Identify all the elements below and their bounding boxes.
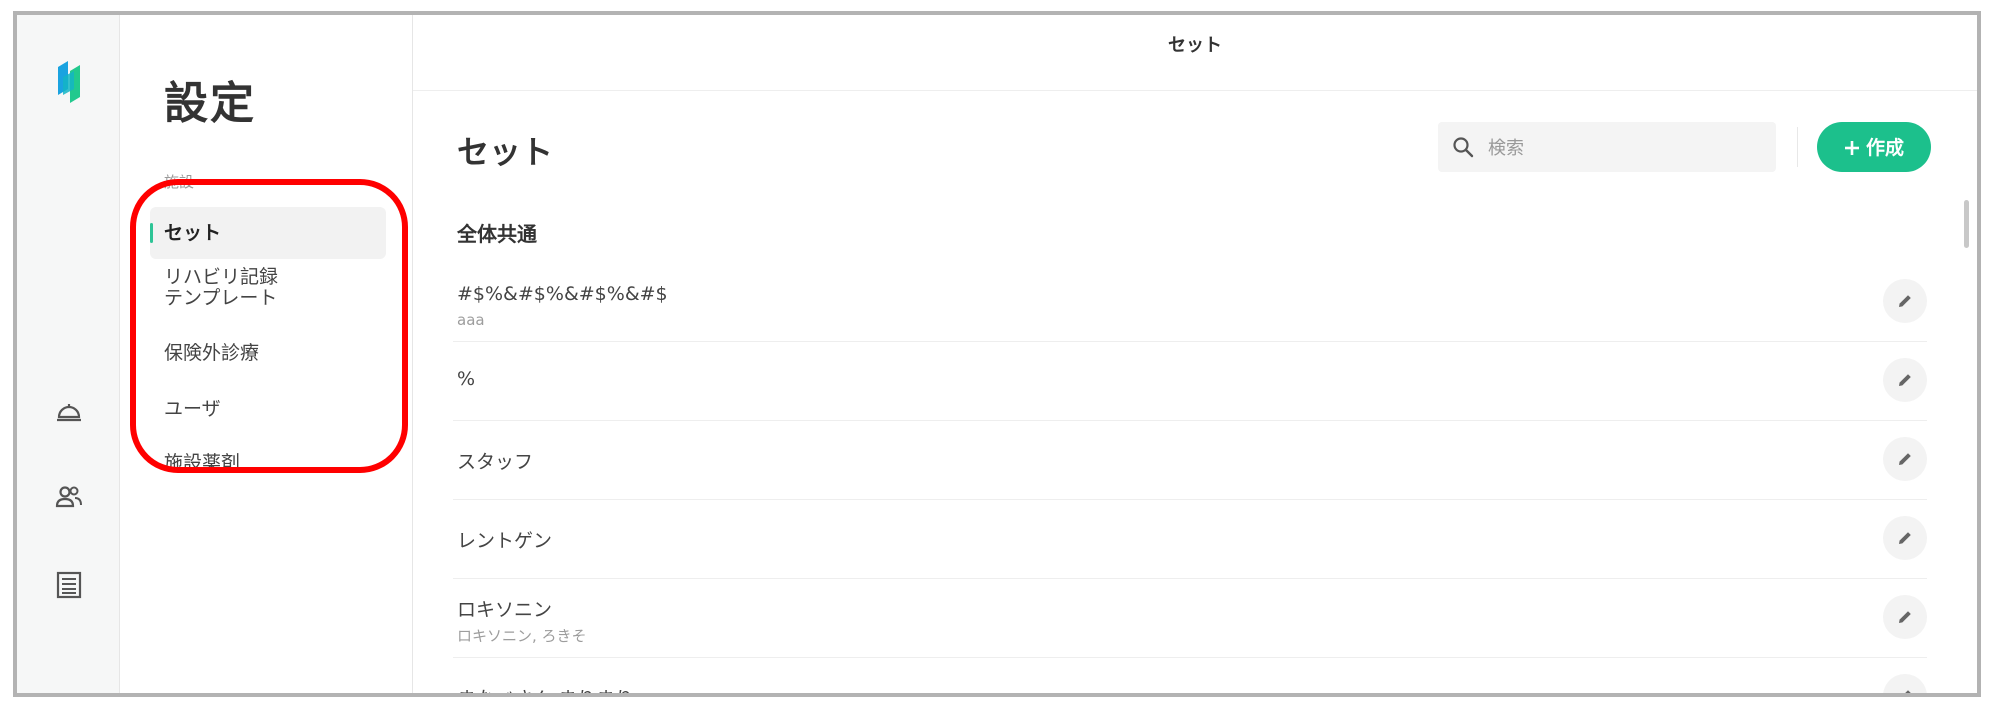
sidebar-section-label: 施設 (164, 173, 195, 191)
sidebar-item-label: 施設薬剤 (164, 452, 241, 474)
divider (1797, 127, 1798, 167)
app-window: 設定 施設 セット リハビリ記録 テンプレート 保険外診療 ユーザ 施設薬剤 セ… (13, 11, 1981, 697)
pencil-icon (1905, 690, 1911, 693)
list-item-title: #$%&#$%&#$%&#$ (457, 283, 668, 305)
edit-button[interactable] (1883, 358, 1927, 402)
search-icon (1453, 137, 1474, 158)
list-icon[interactable] (53, 569, 85, 601)
sidebar-item-label: リハビリ記録 (164, 266, 279, 288)
list-item[interactable]: まなべさん まりまり (453, 658, 1927, 693)
list-item[interactable]: % (453, 342, 1927, 421)
list-item-title: スタッフ (457, 451, 534, 473)
app-logo-icon[interactable] (54, 59, 84, 105)
sidebar-item-label: セット (164, 222, 222, 244)
edit-button[interactable] (1883, 516, 1927, 560)
pencil-icon (1899, 374, 1911, 386)
create-button[interactable]: 作成 (1817, 122, 1931, 172)
list-item-title: ロキソニン (457, 599, 553, 621)
section-title: 全体共通 (457, 222, 537, 246)
list-item-title: % (457, 368, 476, 390)
list-item[interactable]: ロキソニン ロキソニン, ろきそ (453, 579, 1927, 658)
sidebar-item-set[interactable]: セット (150, 207, 386, 259)
reception-bell-icon[interactable] (53, 395, 85, 427)
sidebar-item-facility-drugs[interactable]: 施設薬剤 (150, 443, 386, 483)
search-input[interactable] (1486, 122, 1770, 174)
header-bar: セット (413, 15, 1977, 91)
page-title: セット (457, 133, 554, 171)
sidebar-item-rehab-template[interactable]: リハビリ記録 テンプレート (150, 267, 386, 319)
edit-button[interactable] (1883, 437, 1927, 481)
icon-rail (17, 15, 120, 693)
pencil-icon (1899, 532, 1911, 544)
edit-button[interactable] (1883, 279, 1927, 323)
settings-title: 設定 (164, 78, 256, 129)
sidebar-item-label: 保険外診療 (164, 342, 260, 364)
sidebar-item-self-pay[interactable]: 保険外診療 (150, 333, 386, 373)
create-button-label: 作成 (1865, 137, 1904, 159)
list-item-title: まなべさん まりまり (457, 684, 634, 693)
main-content: セット セット 作成 全体共通 #$%&#$%&#$%&#$ aaa (413, 15, 1977, 693)
pencil-icon (1899, 295, 1911, 307)
header-title: セット (1168, 35, 1222, 56)
sidebar-item-label: ユーザ (164, 398, 221, 420)
search-box[interactable] (1438, 122, 1776, 174)
list-item-subtitle: ロキソニン, ろきそ (457, 627, 587, 645)
sidebar-item-users[interactable]: ユーザ (150, 389, 386, 429)
edit-button[interactable] (1883, 674, 1927, 693)
plus-icon (1844, 141, 1859, 155)
pencil-icon (1899, 453, 1911, 465)
list-item-title: レントゲン (457, 530, 553, 552)
pencil-icon (1899, 611, 1911, 623)
sidebar-item-label: テンプレート (164, 287, 278, 309)
set-list: #$%&#$%&#$%&#$ aaa % スタッフ レントゲン ロキソニン ロキ… (453, 263, 1927, 693)
list-item[interactable]: レントゲン (453, 500, 1927, 579)
edit-button[interactable] (1883, 595, 1927, 639)
settings-sidebar: 設定 施設 セット リハビリ記録 テンプレート 保険外診療 ユーザ 施設薬剤 (120, 15, 413, 693)
list-item-subtitle: aaa (457, 311, 485, 329)
list-item[interactable]: スタッフ (453, 421, 1927, 500)
list-item[interactable]: #$%&#$%&#$%&#$ aaa (453, 263, 1927, 342)
scrollbar[interactable] (1964, 200, 1969, 248)
users-icon[interactable] (53, 481, 85, 513)
